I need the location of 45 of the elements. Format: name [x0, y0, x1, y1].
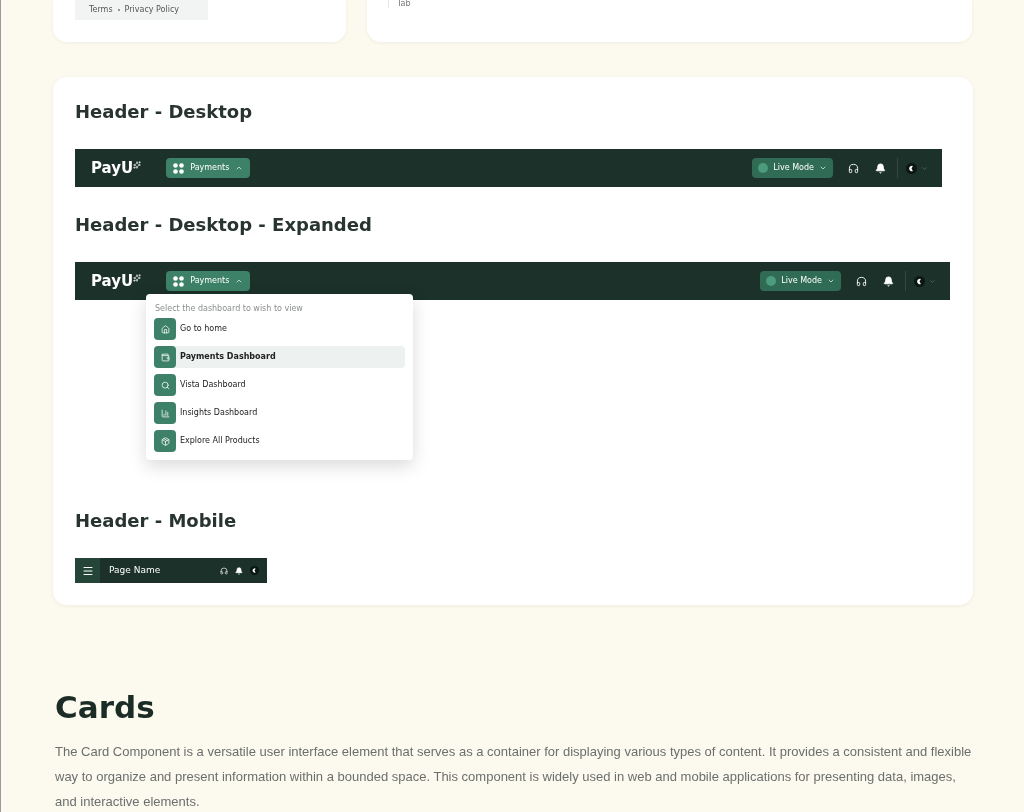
- menu-item[interactable]: Vista Dashboard: [154, 374, 405, 396]
- headphones-icon[interactable]: [220, 566, 228, 575]
- headphones-icon[interactable]: [848, 162, 859, 174]
- menu-item-icon: [160, 436, 170, 446]
- cards-description: The Card Component is a versatile user interface element that serves as a container for displaying various types of content. It provides a consistent and flexible way to organize and present information within a bounded space. This component is widely used in web and mobile applications for presenting data, images, and interactive elements.: [55, 743, 973, 811]
- menu-item[interactable]: Payments Dashboard: [154, 346, 405, 368]
- menu-item-icon: [160, 324, 170, 334]
- menu-item[interactable]: Insights Dashboard: [154, 402, 405, 424]
- section-title: Header - Desktop - Expanded: [75, 213, 373, 237]
- logo-text: PayU: [91, 160, 134, 176]
- menu-item-icon: [160, 380, 170, 390]
- bell-icon[interactable]: [235, 566, 243, 575]
- menu-item-icon: [160, 352, 170, 362]
- headphones-icon[interactable]: [856, 275, 867, 287]
- page-name: Page Name: [109, 563, 162, 577]
- menu-item[interactable]: Go to home: [154, 318, 405, 340]
- cards-heading: Cards: [55, 688, 156, 727]
- terms-link[interactable]: Terms: [89, 4, 113, 16]
- menu-item[interactable]: Explore All Products: [154, 430, 405, 452]
- sparkle-icon: [133, 160, 142, 169]
- privacy-link[interactable]: Privacy Policy: [124, 4, 180, 16]
- menu-item-icon: [160, 408, 170, 418]
- avatar-icon[interactable]: [914, 275, 925, 287]
- mode-dropdown[interactable]: Live Mode: [752, 158, 833, 178]
- grid-icon: [173, 275, 185, 287]
- menu-icon: [81, 564, 94, 577]
- caret-icon: [235, 164, 244, 172]
- section-title: Header - Mobile: [75, 509, 238, 533]
- menu-button[interactable]: [75, 558, 100, 583]
- product-switcher[interactable]: Payments: [166, 158, 251, 178]
- menu-hint: Select the dashboard to wish to view: [155, 303, 304, 315]
- mode-dropdown[interactable]: Live Mode: [760, 271, 841, 291]
- caret-icon: [819, 164, 827, 172]
- avatar-icon[interactable]: [250, 566, 259, 575]
- caret-icon: [235, 277, 244, 285]
- product-switcher[interactable]: Payments: [166, 271, 251, 291]
- sparkle-icon: [133, 273, 142, 282]
- bell-icon[interactable]: [875, 162, 886, 174]
- grid-icon: [173, 162, 185, 174]
- avatar-icon[interactable]: [906, 162, 917, 174]
- section-title: Header - Desktop: [75, 100, 254, 124]
- logo-text: PayU: [91, 273, 134, 289]
- bell-icon[interactable]: [883, 275, 894, 287]
- caret-icon: [827, 277, 835, 285]
- tab-label: Tab: [397, 0, 411, 8]
